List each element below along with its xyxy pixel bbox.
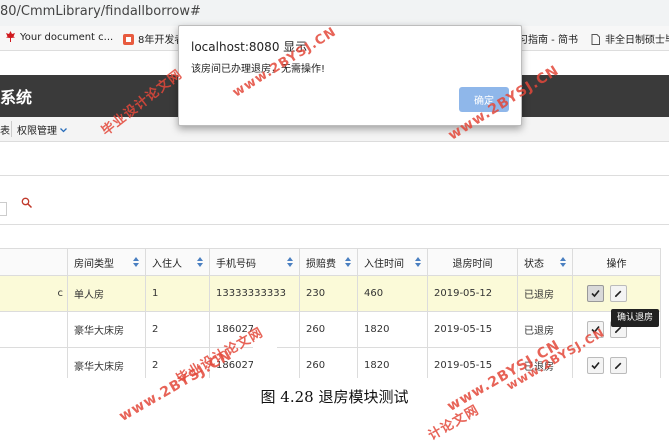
sort-icon [133,257,139,267]
menu-divider [11,121,12,137]
edit-button[interactable] [610,357,627,374]
cell-first [0,311,68,348]
cell-actions [572,275,661,312]
document-icon [590,34,601,45]
cell-checkin: 1820 [357,311,428,348]
tooltip: 确认退房 [611,309,659,327]
data-table: 房间类型 入住人 手机号码 损赔费 入住时间 退房时间 状态 操作 c 单人房 … [0,248,661,384]
app-title: 系统 [0,88,33,107]
jian-icon [123,34,134,45]
pencil-icon [614,362,622,370]
alert-dialog: localhost:8080 显示 该房间已办理退房，无需操作! 确定 [178,25,522,126]
confirm-checkout-button[interactable] [587,357,604,374]
check-icon [591,289,600,298]
cell-checkin: 460 [357,275,428,312]
column-header-phone[interactable]: 手机号码 [209,248,300,276]
sort-icon [415,257,421,267]
cell-fee: 230 [299,275,358,312]
column-header-occupant[interactable]: 入住人 [145,248,210,276]
sort-icon [345,257,351,267]
cell-checkout: 2019-05-12 [427,275,518,312]
cell-room-type: 豪华大床房 [67,311,146,348]
menu-item-admin[interactable]: 权限管理 [17,122,68,137]
pencil-icon [614,290,622,298]
cell-phone: 13333333333 [209,275,300,312]
column-header-first [0,248,68,276]
bookmark-2[interactable]: 8年开发者 [123,31,184,46]
sort-icon [197,257,203,267]
divider [0,175,669,176]
cell-checkout: 2019-05-15 [427,311,518,348]
cell-status: 已退房 [517,275,573,312]
cell-occupant: 1 [145,275,210,312]
edit-button[interactable] [610,285,627,302]
bookmark-1[interactable]: Your document c... [5,31,113,43]
divider [0,224,669,225]
address-bar[interactable]: 80/CmmLibrary/findallborrow# [0,0,669,26]
bookmark-4[interactable]: 非全日制硕士毕 [590,31,669,46]
menu-item-left[interactable]: 表 [0,122,10,137]
column-header-checkin[interactable]: 入住时间 [357,248,428,276]
table-row[interactable]: 豪华大床房 2 1860275 260 1820 2019-05-15 已退房 [0,311,661,348]
search-icon[interactable] [21,197,33,212]
table-header: 房间类型 入住人 手机号码 损赔费 入住时间 退房时间 状态 操作 [0,248,661,276]
confirm-checkout-button[interactable] [587,285,604,302]
column-header-status[interactable]: 状态 [517,248,573,276]
column-header-room-type[interactable]: 房间类型 [67,248,146,276]
cell-first: c [0,275,68,312]
column-header-fee[interactable]: 损赔费 [299,248,358,276]
bookmark-3[interactable]: 习指南 - 简书 [518,31,578,46]
sort-icon [560,257,566,267]
cell-occupant: 2 [145,311,210,348]
check-icon [591,361,600,370]
sort-icon [287,257,293,267]
search-input[interactable] [0,202,7,216]
chevron-down-icon [60,128,68,133]
url-text: 80/CmmLibrary/findallborrow# [0,4,201,19]
cell-fee: 260 [299,311,358,348]
table-row[interactable]: c 单人房 1 13333333333 230 460 2019-05-12 已… [0,275,661,312]
column-header-checkout[interactable]: 退房时间 [427,248,518,276]
figure-caption: 图 4.28 退房模块测试 [260,388,409,406]
maple-leaf-icon [5,31,16,42]
column-header-actions: 操作 [572,248,661,276]
cell-room-type: 单人房 [67,275,146,312]
